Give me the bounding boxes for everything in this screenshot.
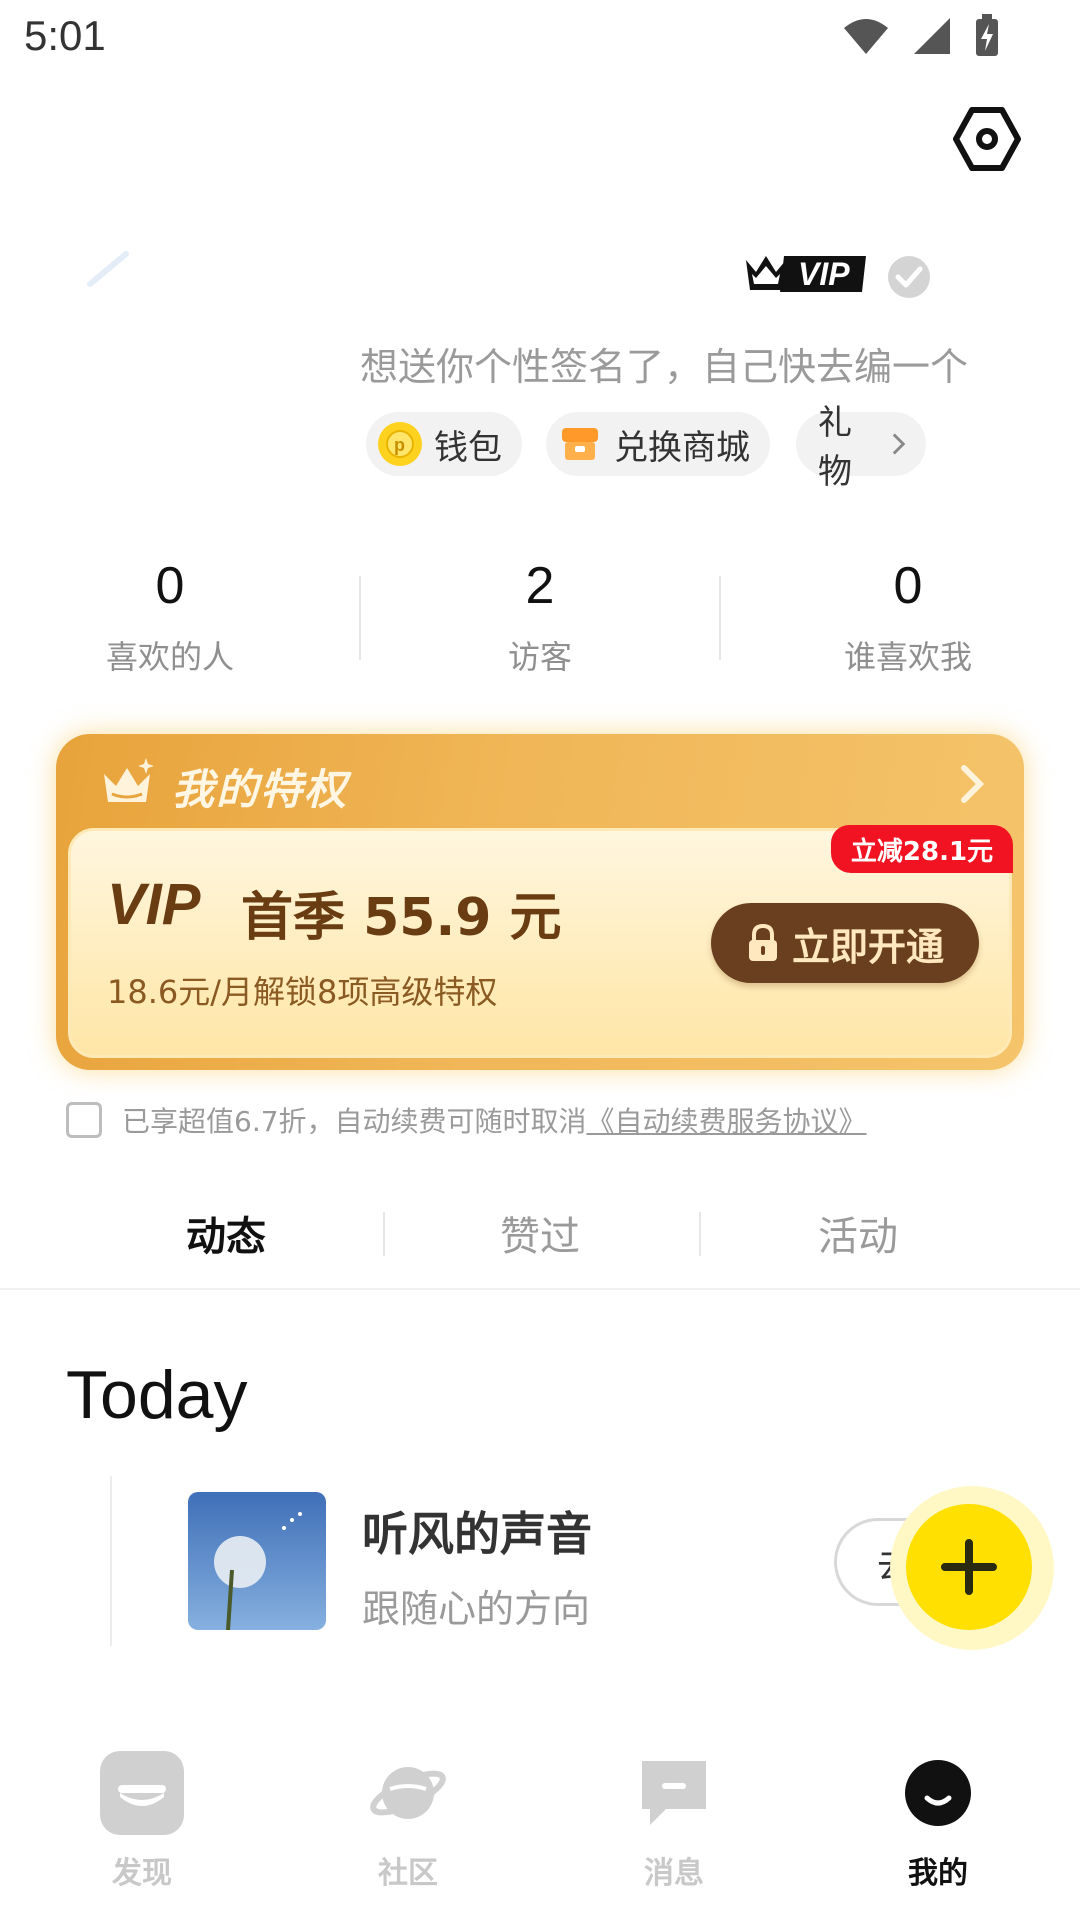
svg-text:p: p	[394, 435, 405, 455]
stat-who-likes-me-value: 0	[893, 557, 923, 615]
nav-discover[interactable]: 发现	[42, 1748, 242, 1892]
nav-me[interactable]: 我的	[838, 1748, 1038, 1892]
stat-visitors[interactable]: 2 访客	[420, 556, 660, 678]
agreement-text: 已享超值6.7折，自动续费可随时取消	[122, 1105, 587, 1138]
shop-icon	[558, 422, 602, 466]
stat-visitors-value: 2	[525, 557, 555, 615]
nav-community[interactable]: 社区	[308, 1748, 508, 1892]
stat-likes[interactable]: 0 喜欢的人	[50, 556, 290, 678]
divider	[359, 576, 361, 660]
vip-badge-label: VIP	[798, 256, 850, 292]
vip-privilege-card[interactable]: 我的特权 VIP 首季 55.9 元 18.6元/月解锁8项高级特权 立减28.…	[56, 734, 1024, 1070]
nav-messages-label: 消息	[644, 1856, 704, 1891]
stat-who-likes-me[interactable]: 0 谁喜欢我	[788, 556, 1028, 678]
coin-icon: p	[378, 422, 422, 466]
wallet-label: 钱包	[434, 427, 502, 468]
lock-icon	[748, 923, 777, 961]
profile-smile-icon	[893, 1748, 983, 1838]
agreement-link[interactable]: 《自动续费服务协议》	[587, 1100, 867, 1140]
status-time: 5:01	[24, 12, 106, 59]
vip-offer-subtitle: 18.6元/月解锁8项高级特权	[107, 973, 498, 1011]
discover-icon	[97, 1748, 187, 1838]
section-title-today: Today	[66, 1357, 248, 1433]
open-vip-label: 立即开通	[791, 924, 944, 969]
nav-community-label: 社区	[378, 1856, 438, 1891]
stat-likes-label: 喜欢的人	[105, 638, 234, 676]
open-vip-button[interactable]: 立即开通	[711, 903, 979, 983]
tab-moments[interactable]: 动态	[76, 1204, 376, 1262]
exchange-shop-label: 兑换商城	[614, 427, 750, 468]
event-title: 听风的声音	[362, 1507, 592, 1561]
gift-chip[interactable]: 礼物	[796, 403, 926, 492]
chevron-right-icon[interactable]	[958, 762, 988, 806]
stat-who-likes-me-label: 谁喜欢我	[843, 638, 972, 676]
stat-visitors-label: 访客	[507, 638, 572, 676]
planet-icon	[363, 1748, 453, 1838]
agree-checkbox[interactable]	[66, 1102, 102, 1138]
vip-offer-panel: VIP 首季 55.9 元 18.6元/月解锁8项高级特权 立减28.1元 立即…	[68, 825, 1013, 1058]
signal-icon	[914, 18, 950, 54]
event-thumbnail[interactable]	[188, 1492, 326, 1630]
tab-activities[interactable]: 活动	[708, 1204, 1008, 1262]
message-icon	[629, 1748, 719, 1838]
stat-likes-value: 0	[155, 557, 185, 615]
wallet-chip[interactable]: p 钱包	[366, 412, 522, 476]
tab-liked[interactable]: 赞过	[390, 1204, 690, 1262]
chevron-right-icon	[892, 433, 906, 455]
divider	[383, 1212, 385, 1256]
bottom-navigation: 发现 社区 消息 我的	[0, 1728, 1080, 1920]
nav-discover-label: 发现	[112, 1856, 172, 1891]
vip-offer-brand: VIP	[107, 872, 201, 937]
stats-row: 0 喜欢的人 2 访客 0 谁喜欢我	[0, 556, 1080, 686]
auto-renew-agreement-row: 已享超值6.7折，自动续费可随时取消 《自动续费服务协议》	[66, 1100, 867, 1140]
signature-text[interactable]: 想送你个性签名了，自己快去编一个	[360, 336, 1000, 391]
wifi-icon	[844, 19, 888, 54]
exchange-shop-chip[interactable]: 兑换商城	[546, 412, 770, 476]
profile-tabs: 动态 赞过 活动	[0, 1190, 1080, 1290]
vip-badge[interactable]: VIP	[742, 252, 870, 296]
discount-badge: 立减28.1元	[831, 825, 1013, 873]
verified-check-icon	[888, 256, 930, 298]
nav-messages[interactable]: 消息	[574, 1748, 774, 1892]
status-bar: 5:01	[0, 0, 1080, 76]
add-post-button[interactable]	[906, 1504, 1032, 1630]
vip-card-title: 我的特权	[172, 765, 349, 814]
crown-icon	[104, 758, 154, 802]
battery-charging-icon	[976, 14, 998, 56]
gift-label: 礼物	[818, 403, 852, 492]
vip-offer-price: 首季 55.9 元	[241, 888, 562, 948]
nav-me-label: 我的	[908, 1856, 968, 1891]
timeline-line	[110, 1476, 112, 1646]
avatar[interactable]	[86, 248, 134, 288]
divider	[699, 1212, 701, 1256]
settings-gear-icon[interactable]	[952, 104, 1022, 174]
event-subtitle: 跟随心的方向	[362, 1587, 591, 1631]
status-icons	[842, 14, 1000, 58]
divider	[719, 576, 721, 660]
plus-icon	[941, 1539, 997, 1595]
